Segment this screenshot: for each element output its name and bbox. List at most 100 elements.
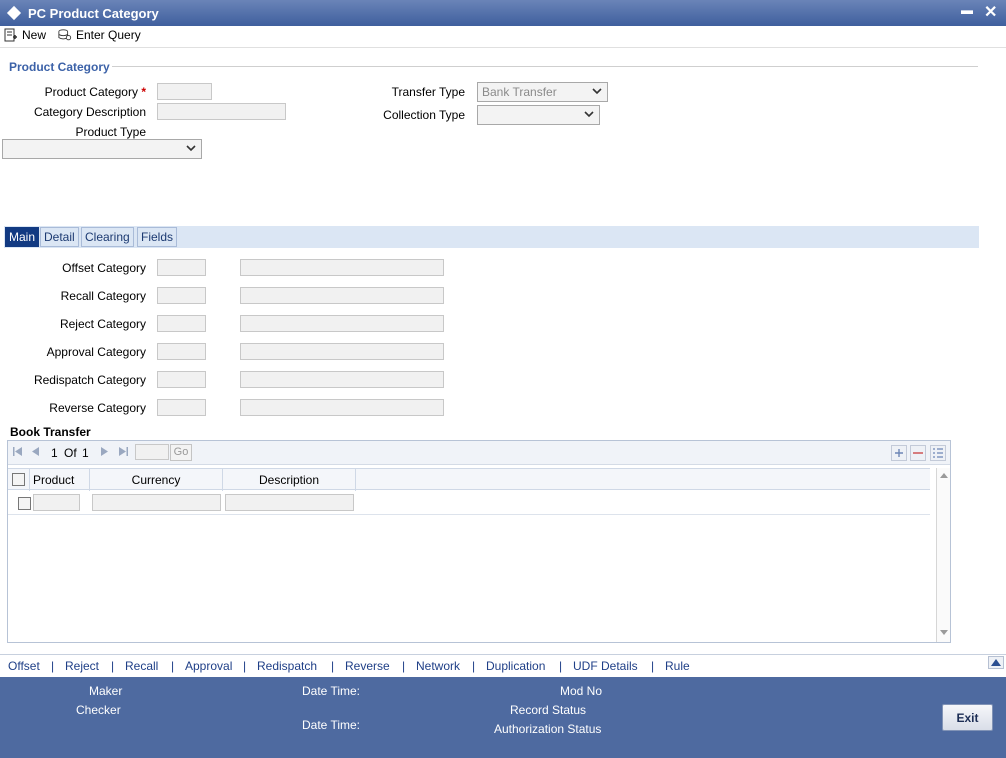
enter-query-label: Enter Query xyxy=(76,28,141,42)
app-diamond-icon xyxy=(6,5,22,21)
column-currency[interactable]: Currency xyxy=(90,469,223,491)
grid-nav-bar: 1 Of 1 Go xyxy=(8,441,950,465)
record-status-label: Record Status xyxy=(510,703,587,717)
tab-clearing[interactable]: Clearing xyxy=(81,227,134,247)
required-mark: * xyxy=(141,85,146,99)
link-network[interactable]: Network xyxy=(416,659,460,673)
offset-category-code-input[interactable] xyxy=(157,259,206,276)
column-description[interactable]: Description xyxy=(223,469,356,491)
select-all-cell xyxy=(8,469,30,491)
link-redispatch[interactable]: Redispatch xyxy=(257,659,317,673)
scroll-up-icon[interactable] xyxy=(940,472,948,478)
chevron-down-icon xyxy=(186,145,196,152)
transfer-type-value: Bank Transfer xyxy=(482,85,557,99)
book-transfer-grid: 1 Of 1 Go Product Currency Description xyxy=(7,440,951,643)
authorization-status-label: Authorization Status xyxy=(494,722,602,736)
row-product-input[interactable] xyxy=(33,494,80,511)
go-button[interactable]: Go xyxy=(170,444,192,461)
collapse-up-icon[interactable] xyxy=(988,656,1004,669)
mod-no-label: Mod No xyxy=(560,684,603,698)
scroll-down-icon[interactable] xyxy=(940,630,948,636)
row-currency-input[interactable] xyxy=(92,494,221,511)
approval-category-desc-input[interactable] xyxy=(240,343,444,360)
link-rule[interactable]: Rule xyxy=(665,659,690,673)
approval-category-code-input[interactable] xyxy=(157,343,206,360)
tab-main[interactable]: Main xyxy=(5,227,40,247)
transfer-type-select[interactable]: Bank Transfer xyxy=(477,82,608,102)
offset-category-desc-input[interactable] xyxy=(240,259,444,276)
new-document-icon xyxy=(4,28,17,42)
reverse-category-desc-input[interactable] xyxy=(240,399,444,416)
maker-label: Maker xyxy=(89,684,123,698)
grid-header-row: Product Currency Description xyxy=(8,468,930,491)
grid-vertical-scrollbar[interactable] xyxy=(936,468,950,642)
category-description-input[interactable] xyxy=(157,103,286,120)
tab-detail[interactable]: Detail xyxy=(40,227,79,247)
row-description-input[interactable] xyxy=(225,494,354,511)
redispatch-category-desc-input[interactable] xyxy=(240,371,444,388)
footer-link-bar: Offset | Reject | Recall | Approval | Re… xyxy=(0,654,1006,676)
select-all-checkbox[interactable] xyxy=(12,473,25,486)
link-separator: | xyxy=(472,659,476,673)
redispatch-category-label: Redispatch Category xyxy=(33,373,146,387)
column-product[interactable]: Product xyxy=(30,469,90,491)
first-page-icon[interactable] xyxy=(12,446,23,457)
link-udf-details[interactable]: UDF Details xyxy=(573,659,638,673)
new-label: New xyxy=(22,28,47,42)
link-reverse[interactable]: Reverse xyxy=(345,659,390,673)
link-separator: | xyxy=(331,659,335,673)
row-checkbox[interactable] xyxy=(18,497,31,510)
link-separator: | xyxy=(402,659,406,673)
recall-category-desc-input[interactable] xyxy=(240,287,444,304)
enter-query-button[interactable]: Enter Query xyxy=(58,28,141,42)
page-current: 1 xyxy=(51,446,58,460)
book-transfer-title: Book Transfer xyxy=(10,425,91,439)
category-description-label: Category Description xyxy=(33,105,146,119)
collection-type-select[interactable] xyxy=(477,105,600,125)
tab-fields[interactable]: Fields xyxy=(137,227,178,247)
link-separator: | xyxy=(111,659,115,673)
redispatch-category-code-input[interactable] xyxy=(157,371,206,388)
page-total: 1 xyxy=(82,446,89,460)
close-button[interactable]: ✕ xyxy=(984,2,997,22)
next-page-icon[interactable] xyxy=(100,446,109,457)
reject-category-label: Reject Category xyxy=(59,317,146,331)
chevron-down-icon xyxy=(584,111,594,118)
recall-category-code-input[interactable] xyxy=(157,287,206,304)
reject-category-desc-input[interactable] xyxy=(240,315,444,332)
product-type-select[interactable] xyxy=(2,139,202,159)
prev-page-icon[interactable] xyxy=(31,446,40,457)
maker-datetime-label: Date Time: xyxy=(302,684,361,698)
reverse-category-code-input[interactable] xyxy=(157,399,206,416)
new-button[interactable]: New xyxy=(4,28,46,42)
query-icon xyxy=(58,29,72,41)
minimize-button[interactable]: ▬ xyxy=(961,3,973,17)
last-page-icon[interactable] xyxy=(118,446,129,457)
link-separator: | xyxy=(171,659,175,673)
link-separator: | xyxy=(51,659,55,673)
link-recall[interactable]: Recall xyxy=(125,659,158,673)
collection-type-label: Collection Type xyxy=(383,108,465,122)
link-approval[interactable]: Approval xyxy=(185,659,232,673)
table-row xyxy=(8,491,930,515)
page-number-input[interactable] xyxy=(135,444,169,460)
reject-category-code-input[interactable] xyxy=(157,315,206,332)
offset-category-label: Offset Category xyxy=(62,261,146,275)
approval-category-label: Approval Category xyxy=(46,345,146,359)
delete-row-icon[interactable] xyxy=(910,445,926,461)
window-title: PC Product Category xyxy=(28,6,159,21)
link-duplication[interactable]: Duplication xyxy=(486,659,545,673)
link-reject[interactable]: Reject xyxy=(65,659,99,673)
link-separator: | xyxy=(559,659,563,673)
add-row-icon[interactable] xyxy=(891,445,907,461)
product-category-label: Product Category * xyxy=(44,85,146,99)
list-view-icon[interactable] xyxy=(930,445,946,461)
chevron-down-icon xyxy=(592,88,602,95)
product-category-input[interactable] xyxy=(157,83,212,100)
checker-datetime-label: Date Time: xyxy=(302,718,361,732)
exit-button[interactable]: Exit xyxy=(942,704,993,731)
page-of-label: Of xyxy=(64,446,77,460)
link-offset[interactable]: Offset xyxy=(8,659,40,673)
section-divider xyxy=(112,66,978,67)
title-bar: PC Product Category ▬ ✕ xyxy=(0,0,1006,26)
